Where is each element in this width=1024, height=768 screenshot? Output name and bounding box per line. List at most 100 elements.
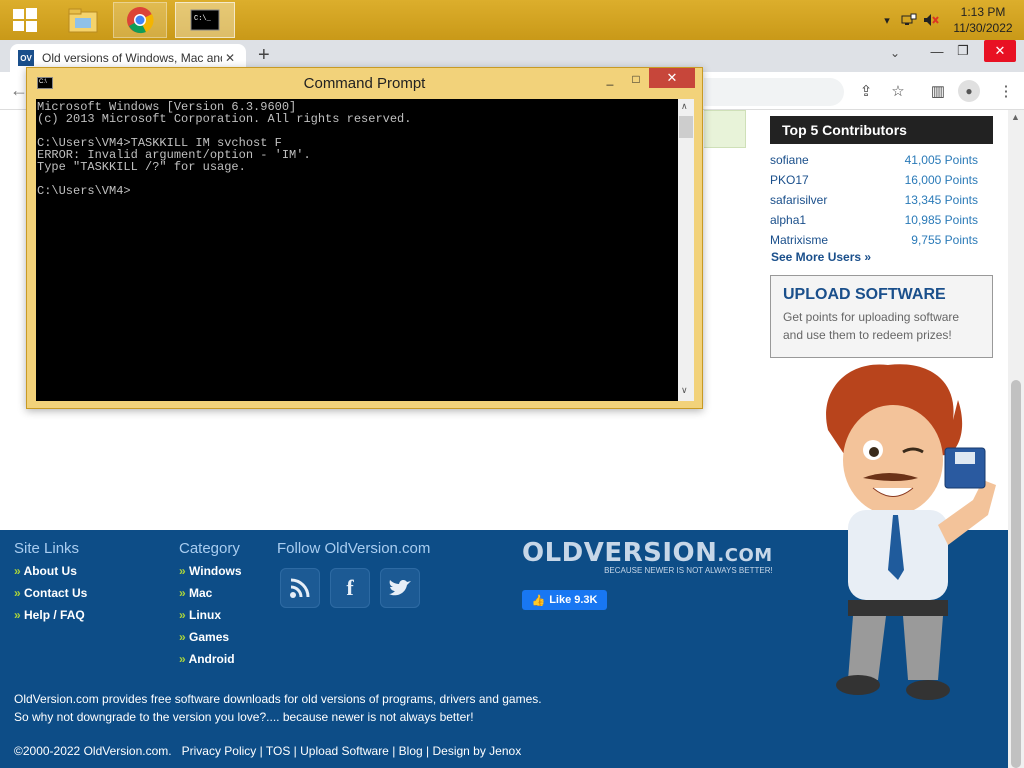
cmd-console[interactable]: Microsoft Windows [Version 6.3.9600] (c)… <box>36 99 678 401</box>
tab-title: Old versions of Windows, Mac and <box>42 51 222 65</box>
logo-main-text: OLDVERSION <box>522 538 718 568</box>
list-item: PKO17 16,000 Points <box>770 170 978 190</box>
network-icon[interactable] <box>898 0 920 40</box>
contributor-points: 13,345 Points <box>904 193 978 207</box>
footer-link-games[interactable]: Games <box>179 630 242 652</box>
list-item: Matrixisme 9,755 Points <box>770 230 978 250</box>
chrome-icon <box>127 7 154 34</box>
contributor-points: 9,755 Points <box>911 233 978 247</box>
side-panel-icon[interactable]: ▥ <box>928 81 948 101</box>
facebook-like-label: Like 9.3K <box>549 594 598 606</box>
folder-icon <box>68 8 98 33</box>
thumbs-up-icon: 👍 <box>531 594 546 607</box>
chrome-taskbar-button[interactable] <box>113 2 167 38</box>
cmd-scroll-up-icon[interactable]: ∧ <box>681 101 688 112</box>
oldversion-logo[interactable]: OLDVERSION.COM BECAUSE NEWER IS NOT ALWA… <box>522 538 773 575</box>
footer-link-mac[interactable]: Mac <box>179 586 242 608</box>
console-line: Type "TASKKILL /?" for usage. <box>37 160 246 174</box>
contributors-list: sofiane 41,005 Points PKO17 16,000 Point… <box>770 150 978 250</box>
menu-dots-icon[interactable]: ⋮ <box>996 81 1016 101</box>
contributor-name[interactable]: safarisilver <box>770 193 827 207</box>
page-scroll-thumb[interactable] <box>1011 380 1021 768</box>
start-button[interactable] <box>0 2 50 38</box>
clock-time: 1:13 PM <box>960 5 1006 19</box>
clock-date: 11/30/2022 <box>953 21 1013 35</box>
upload-software-box[interactable]: UPLOAD SOFTWARE Get points for uploading… <box>770 275 993 358</box>
list-item: safarisilver 13,345 Points <box>770 190 978 210</box>
top-contributors-title: Top 5 Contributors <box>770 116 993 144</box>
see-more-users-link[interactable]: See More Users » <box>771 250 871 264</box>
contributor-points: 10,985 Points <box>904 213 978 227</box>
cmd-titlebar[interactable]: C:\ Command Prompt _ □ ✕ <box>27 68 702 98</box>
twitter-icon[interactable] <box>380 568 420 608</box>
footer-link-design-by-jenox[interactable]: Design by Jenox <box>432 744 521 758</box>
console-prompt-line[interactable]: C:\Users\VM4> <box>37 185 678 197</box>
footer-link-help-faq[interactable]: Help / FAQ <box>14 608 87 630</box>
clock[interactable]: 1:13 PM 11/30/2022 <box>942 4 1024 36</box>
content-banner-edge <box>704 110 746 148</box>
footer-categories: Category Windows Mac Linux Games Android <box>179 540 242 674</box>
footer-description-line-2: So why not downgrade to the version you … <box>14 710 474 724</box>
contributor-name[interactable]: PKO17 <box>770 173 809 187</box>
profile-avatar-icon[interactable]: ● <box>958 80 980 102</box>
footer-follow: Follow OldVersion.com <box>277 540 430 564</box>
site-links-heading: Site Links <box>14 540 80 557</box>
chevron-up-icon[interactable]: ▾ <box>876 0 898 40</box>
footer-link-linux[interactable]: Linux <box>179 608 242 630</box>
command-prompt-window[interactable]: C:\ Command Prompt _ □ ✕ Microsoft Windo… <box>26 67 703 409</box>
share-icon[interactable]: ⇪ <box>856 81 876 101</box>
address-bar[interactable] <box>704 78 844 106</box>
footer-link-privacy-policy[interactable]: Privacy Policy <box>182 744 257 758</box>
footer-link-tos[interactable]: TOS <box>266 744 290 758</box>
footer-link-windows[interactable]: Windows <box>179 564 242 586</box>
cmd-maximize-icon[interactable]: □ <box>623 70 649 88</box>
footer-copyright-bar: ©2000-2022 OldVersion.com. Privacy Polic… <box>14 744 522 758</box>
footer-link-about-us[interactable]: About Us <box>14 564 87 586</box>
tab-search-chevron-icon[interactable]: ⌄ <box>890 46 900 60</box>
file-explorer-button[interactable] <box>56 2 110 38</box>
cmd-close-icon[interactable]: ✕ <box>649 68 695 88</box>
category-heading: Category <box>179 540 240 557</box>
facebook-icon[interactable]: f <box>330 568 370 608</box>
facebook-like-button[interactable]: 👍 Like 9.3K <box>522 590 607 610</box>
scroll-up-arrow-icon[interactable]: ▲ <box>1011 112 1020 122</box>
contributor-points: 41,005 Points <box>904 153 978 167</box>
copyright-text: ©2000-2022 OldVersion.com. <box>14 744 172 758</box>
upload-software-title: UPLOAD SOFTWARE <box>783 286 946 303</box>
rss-icon[interactable] <box>280 568 320 608</box>
cmd-scrollbar[interactable]: ∧ ∨ <box>678 99 694 401</box>
windows-logo-icon <box>13 8 37 32</box>
cmd-minimize-icon[interactable]: _ <box>597 70 623 88</box>
contributor-name[interactable]: alpha1 <box>770 213 806 227</box>
upload-software-text: Get points for uploading software and us… <box>783 310 960 342</box>
cmd-scroll-down-icon[interactable]: ∨ <box>681 385 688 396</box>
social-links: f <box>280 568 420 608</box>
page-scrollbar[interactable]: ▲ <box>1008 110 1024 768</box>
list-item: alpha1 10,985 Points <box>770 210 978 230</box>
oldversion-favicon-icon: OV <box>18 50 34 66</box>
bookmark-star-icon[interactable]: ☆ <box>888 81 908 101</box>
new-tab-button[interactable]: + <box>258 44 270 67</box>
footer-link-blog[interactable]: Blog <box>399 744 423 758</box>
console-line: (c) 2013 Microsoft Corporation. All righ… <box>37 112 412 126</box>
tab-close-icon[interactable]: ✕ <box>222 51 238 65</box>
list-item: sofiane 41,005 Points <box>770 150 978 170</box>
contributor-points: 16,000 Points <box>904 173 978 187</box>
cmd-taskbar-button[interactable]: C:\_ <box>175 2 235 38</box>
mascot-illustration <box>826 364 996 700</box>
footer-description: OldVersion.com provides free software do… <box>14 690 542 726</box>
volume-muted-icon[interactable] <box>920 0 942 40</box>
browser-close-icon[interactable]: ✕ <box>984 40 1016 62</box>
footer-site-links: Site Links About Us Contact Us Help / FA… <box>14 540 87 630</box>
browser-restore-icon[interactable]: ❐ <box>948 40 978 62</box>
footer-link-upload-software[interactable]: Upload Software <box>300 744 389 758</box>
footer-link-contact-us[interactable]: Contact Us <box>14 586 87 608</box>
contributor-name[interactable]: Matrixisme <box>770 233 828 247</box>
cmd-scroll-thumb[interactable] <box>679 116 693 138</box>
system-tray: ▾ 1:13 PM 11/30/2022 <box>876 0 1024 40</box>
contributor-name[interactable]: sofiane <box>770 153 809 167</box>
footer-link-android[interactable]: Android <box>179 652 242 674</box>
logo-com-text: .COM <box>717 545 773 566</box>
command-prompt-icon: C:\_ <box>190 9 220 31</box>
